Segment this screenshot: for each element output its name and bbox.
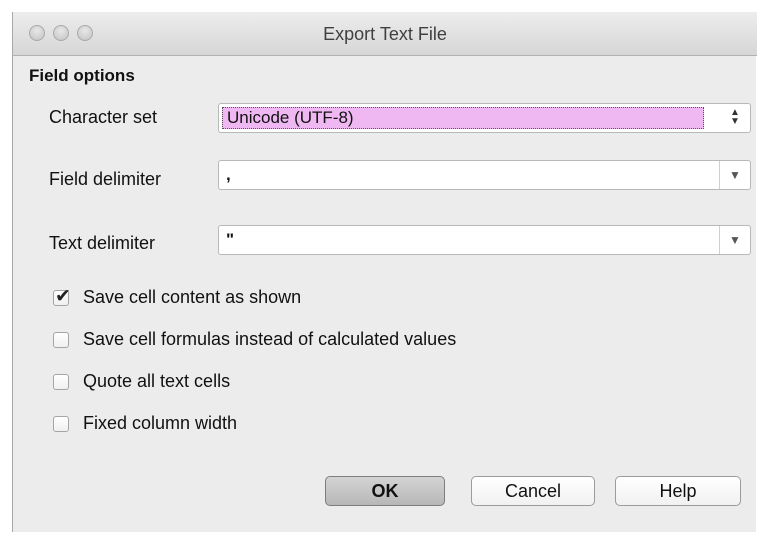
help-button[interactable]: Help — [615, 476, 741, 506]
option-label[interactable]: Quote all text cells — [83, 371, 230, 392]
checkbox-quote-all-text-cells[interactable] — [53, 374, 69, 390]
character-set-selection-highlight: Unicode (UTF-8) — [222, 107, 704, 129]
cancel-button[interactable]: Cancel — [471, 476, 595, 506]
checkbox-save-formulas[interactable] — [53, 332, 69, 348]
checkbox-save-content-as-shown[interactable]: ✔ — [53, 286, 71, 307]
character-set-value: Unicode (UTF-8) — [227, 108, 354, 127]
section-title-field-options: Field options — [29, 66, 135, 85]
text-delimiter-value[interactable]: " — [226, 230, 234, 250]
field-delimiter-combobox[interactable]: , ▼ — [218, 160, 751, 190]
option-label[interactable]: Fixed column width — [83, 413, 237, 434]
checkbox-fixed-column-width[interactable] — [53, 416, 69, 432]
text-delimiter-dropdown-icon[interactable]: ▼ — [719, 226, 750, 254]
export-dialog: Export Text File Field options Character… — [12, 12, 757, 532]
field-delimiter-label: Field delimiter — [49, 169, 162, 189]
text-delimiter-label: Text delimiter — [49, 233, 156, 253]
checkmark-icon: ✔ — [55, 286, 71, 307]
ok-button[interactable]: OK — [325, 476, 445, 506]
option-label[interactable]: Save cell content as shown — [83, 287, 301, 308]
window-title: Export Text File — [323, 24, 447, 44]
character-set-label: Character set — [49, 107, 158, 127]
updown-stepper-icon[interactable]: ▲ ▼ — [724, 108, 746, 128]
down-arrow-icon: ▼ — [730, 116, 740, 127]
character-set-select[interactable]: Unicode (UTF-8) ▲ ▼ — [218, 103, 751, 133]
option-label[interactable]: Save cell formulas instead of calculated… — [83, 329, 456, 350]
title-bar[interactable]: Export Text File — [13, 12, 757, 56]
text-delimiter-combobox[interactable]: " ▼ — [218, 225, 751, 255]
field-delimiter-value[interactable]: , — [226, 165, 231, 185]
field-delimiter-dropdown-icon[interactable]: ▼ — [719, 161, 750, 189]
